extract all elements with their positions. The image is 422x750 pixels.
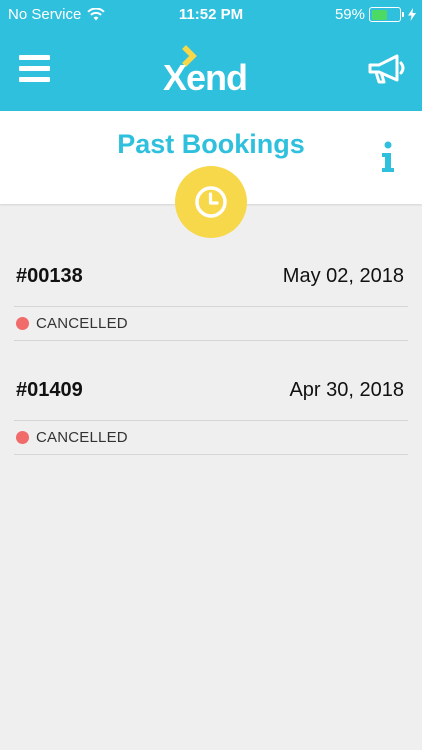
booking-date: May 02, 2018 [282,265,404,287]
status-bar: No Service 11:52 PM 59% [0,0,422,30]
booking-item[interactable]: #01409 Apr 30, 2018 CANCELLED [14,357,408,455]
booking-item[interactable]: #00138 May 02, 2018 CANCELLED [14,243,408,341]
hamburger-menu-icon-bar [19,55,50,60]
megaphone-icon[interactable] [368,54,406,84]
booking-id: #01409 [16,379,83,401]
app-header: No Service 11:52 PM 59% Xend [0,0,422,111]
hamburger-menu-icon-bar [19,66,50,71]
booking-header: #00138 May 02, 2018 [14,243,408,307]
clock-icon [195,186,227,218]
status-dot-icon [16,431,29,444]
logo-text: Xend [163,57,247,94]
xend-logo: Xend [163,45,248,94]
status-label: CANCELLED [36,315,128,332]
booking-id: #00138 [16,265,83,287]
status-label: CANCELLED [36,429,128,446]
booking-status: CANCELLED [14,421,408,455]
battery-icon [369,7,404,22]
past-bookings-badge [175,166,247,238]
charging-bolt-icon [408,8,416,21]
booking-header: #01409 Apr 30, 2018 [14,357,408,421]
battery-percent: 59% [334,6,365,23]
menu-button[interactable] [19,55,50,82]
hamburger-menu-icon-bar [19,77,50,82]
battery-info: 59% [335,6,416,23]
info-icon[interactable] [378,141,398,173]
battery-fill [371,9,388,20]
booking-status: CANCELLED [14,307,408,341]
page-title: Past Bookings [117,129,305,159]
booking-date: Apr 30, 2018 [289,379,404,401]
status-dot-icon [16,317,29,330]
